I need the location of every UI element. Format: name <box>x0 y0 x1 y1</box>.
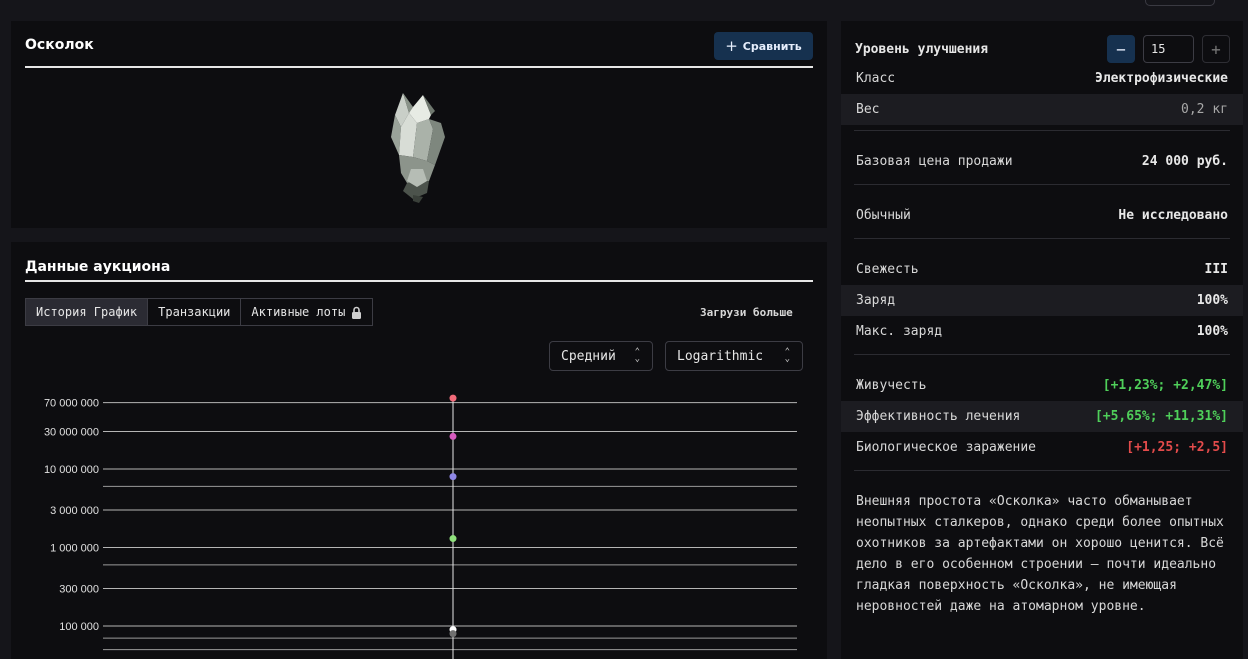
auction-panel: Данные аукциона История График Транзакци… <box>11 242 827 659</box>
stat-row-class: Класс Электрофизические <box>841 63 1243 94</box>
divider <box>854 238 1230 239</box>
divider <box>854 184 1230 185</box>
tab-active-lots[interactable]: Активные лоты <box>240 298 374 326</box>
y-tick-label: 100 000 <box>59 621 99 633</box>
price-point[interactable] <box>449 630 457 638</box>
stat-value: 24 000 руб. <box>1141 154 1228 169</box>
aggregate-select-value: Средний <box>561 348 616 364</box>
tab-label: История График <box>36 305 138 319</box>
stat-value: Не исследовано <box>1118 208 1228 223</box>
divider <box>854 354 1230 355</box>
stat-value: 100% <box>1196 293 1228 308</box>
stat-row-freshness: Свежесть III <box>841 254 1243 285</box>
stat-label: Эффективность лечения <box>856 409 1021 424</box>
divider <box>854 470 1230 471</box>
stat-row-vitality: Живучесть [+1,23%; +2,47%] <box>841 370 1243 401</box>
stat-label: Вес <box>856 102 880 117</box>
stat-label: Заряд <box>856 293 896 308</box>
stat-row-research: Обычный Не исследовано <box>841 200 1243 231</box>
auction-tabs: История График Транзакции Активные лоты <box>25 298 374 326</box>
stat-value: 0,2 кг <box>1181 102 1228 117</box>
stats-panel: Уровень улучшения − 15 + Класс Электрофи… <box>841 21 1243 659</box>
stat-label: Живучесть <box>856 378 927 393</box>
item-description: Внешняя простота «Осколка» часто обманыв… <box>856 494 1224 614</box>
stat-value: [+5,65%; +11,31%] <box>1094 409 1228 424</box>
stat-label: Базовая цена продажи <box>856 154 1013 169</box>
auction-title: Данные аукциона <box>25 259 171 275</box>
stat-value: 100% <box>1196 324 1228 339</box>
price-point[interactable] <box>449 535 457 543</box>
scale-select[interactable]: Logarithmic ⌃ ⌄ <box>665 341 803 371</box>
crystal-icon <box>391 93 445 203</box>
price-point[interactable] <box>449 432 457 440</box>
compare-button[interactable]: + Сравнить <box>714 32 813 60</box>
stat-label: Макс. заряд <box>856 324 943 339</box>
item-title: Осколок <box>25 37 94 53</box>
chevron-up-down-icon: ⌃ ⌄ <box>634 347 640 364</box>
level-decrement-button[interactable]: − <box>1107 35 1135 63</box>
y-tick-label: 10 000 000 <box>44 464 99 476</box>
load-more-button[interactable]: Загрузи больше <box>700 306 793 319</box>
compare-label: Сравнить <box>742 39 802 53</box>
tab-label: Транзакции <box>158 305 231 319</box>
tab-history-chart[interactable]: История График <box>25 298 149 326</box>
price-history-chart: 70 000 000 30 000 000 10 000 000 3 000 000 1… <box>44 394 797 659</box>
tab-label: Активные лоты <box>251 305 346 319</box>
item-panel: Осколок + Сравнить <box>11 21 827 228</box>
title-divider <box>25 66 813 68</box>
top-control[interactable] <box>1145 0 1215 6</box>
plus-icon: + <box>725 37 738 55</box>
divider <box>854 130 1230 131</box>
level-input[interactable]: 15 <box>1143 35 1194 63</box>
upgrade-level-label: Уровень улучшения <box>855 42 989 57</box>
stat-row-max-charge: Макс. заряд 100% <box>841 316 1243 347</box>
stat-row-charge: Заряд 100% <box>841 285 1243 316</box>
stat-value: III <box>1204 262 1228 277</box>
y-tick-label: 30 000 000 <box>44 427 99 439</box>
auction-divider <box>25 280 813 282</box>
stat-value: [+1,25; +2,5] <box>1126 440 1228 455</box>
price-point[interactable] <box>449 473 457 481</box>
stat-label: Биологическое заражение <box>856 440 1037 455</box>
scale-select-value: Logarithmic <box>677 348 764 364</box>
stat-row-base-price: Базовая цена продажи 24 000 руб. <box>841 146 1243 177</box>
lock-icon <box>352 306 362 319</box>
stat-row-bio-infection: Биологическое заражение [+1,25; +2,5] <box>841 432 1243 463</box>
stat-label: Обычный <box>856 208 911 223</box>
tab-transactions[interactable]: Транзакции <box>147 298 242 326</box>
y-tick-label: 3 000 000 <box>50 505 99 517</box>
chevron-up-down-icon: ⌃ ⌄ <box>784 347 790 364</box>
y-tick-label: 70 000 000 <box>44 398 99 410</box>
top-bar <box>0 0 1248 20</box>
stat-row-weight: Вес 0,2 кг <box>841 94 1243 125</box>
stat-value: [+1,23%; +2,47%] <box>1102 378 1228 393</box>
stat-label: Класс <box>856 71 896 86</box>
y-tick-label: 300 000 <box>59 584 99 596</box>
level-increment-button[interactable]: + <box>1202 35 1230 63</box>
stat-row-healing: Эффективность лечения [+5,65%; +11,31%] <box>841 401 1243 432</box>
aggregate-select[interactable]: Средний ⌃ ⌄ <box>549 341 653 371</box>
stat-value: Электрофизические <box>1094 71 1228 86</box>
price-point[interactable] <box>449 394 457 402</box>
y-tick-label: 1 000 000 <box>50 543 99 555</box>
stat-label: Свежесть <box>856 262 919 277</box>
